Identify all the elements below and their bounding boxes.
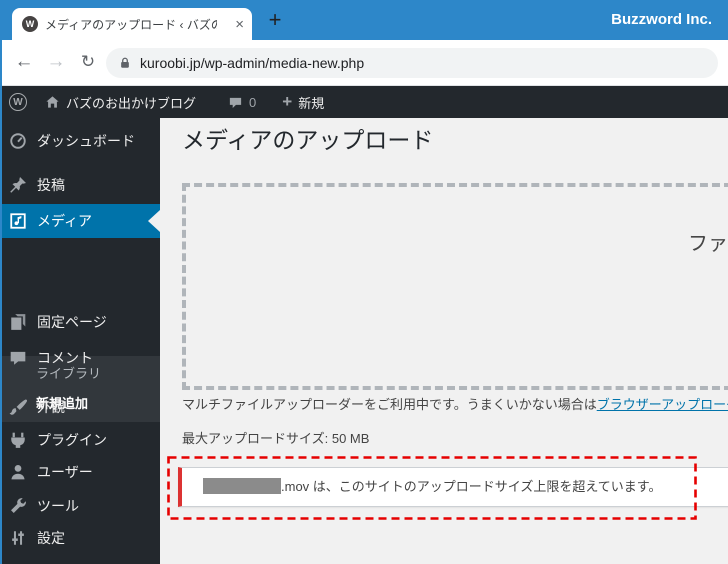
sidebar-item-pages[interactable]: 固定ページ: [0, 305, 160, 339]
comment-icon: [10, 351, 26, 365]
upload-dropzone[interactable]: ファイルをドロップしてアップロード: [182, 183, 728, 390]
wordpress-favicon-icon: W: [22, 16, 38, 32]
lock-icon: [121, 57, 129, 68]
url-text: kuroobi.jp/wp-admin/media-new.php: [140, 55, 365, 71]
new-tab-button[interactable]: +: [262, 8, 288, 34]
sidebar-item-appearance[interactable]: 外観: [0, 390, 160, 424]
sidebar-label: ユーザー: [37, 464, 93, 480]
sidebar-item-settings[interactable]: 設定: [0, 521, 160, 555]
window-frame-edge: [0, 0, 2, 564]
home-icon: [46, 95, 59, 108]
sidebar-item-comments[interactable]: コメント: [0, 341, 160, 375]
sidebar-item-dashboard[interactable]: ダッシュボード: [0, 124, 160, 158]
upload-error-notice: .mov は、このサイトのアップロードサイズ上限を超えています。: [178, 467, 728, 507]
sidebar-item-plugins[interactable]: プラグイン: [0, 423, 160, 457]
admin-bar-new-label: 新規: [298, 95, 325, 111]
main-content: メディアのアップロード ファイルをドロップしてアップロード マルチファイルアップ…: [160, 118, 728, 564]
admin-bar-site-link[interactable]: バズのお出かけブログ: [37, 86, 204, 118]
max-upload-size: 最大アップロードサイズ: 50 MB: [182, 431, 370, 446]
back-button[interactable]: ←: [12, 40, 36, 86]
wp-admin-bar: W バズのお出かけブログ 0 + 新規: [0, 86, 728, 118]
plus-icon: +: [282, 92, 293, 111]
dashboard-icon: [10, 133, 26, 149]
pin-icon: [10, 177, 26, 193]
wordpress-logo-icon[interactable]: W: [9, 93, 27, 111]
tools-wrench-icon: [11, 498, 26, 513]
media-icon: [10, 213, 26, 229]
sidebar-item-tools[interactable]: ツール: [0, 489, 160, 523]
admin-bar-new-link[interactable]: + 新規: [264, 86, 332, 118]
sidebar-label: メディア: [37, 213, 93, 229]
appearance-brush-icon: [9, 399, 27, 415]
browser-toolbar: ← → ↻ kuroobi.jp/wp-admin/media-new.php: [0, 40, 728, 86]
browser-tab-bar: W メディアのアップロード ‹ バズのお出かけ × + Buzzword Inc…: [0, 0, 728, 40]
page-title: メディアのアップロード: [182, 127, 434, 153]
comment-count: 0: [249, 94, 257, 110]
forward-button[interactable]: →: [44, 40, 68, 86]
admin-bar-site-name: バズのお出かけブログ: [66, 95, 197, 111]
reload-button[interactable]: ↻: [76, 40, 100, 86]
plugin-icon: [11, 432, 25, 448]
redacted-filename: [203, 478, 281, 494]
browser-tab[interactable]: W メディアのアップロード ‹ バズのお出かけ ×: [12, 8, 252, 40]
pages-icon: [11, 314, 26, 330]
users-icon: [11, 465, 25, 480]
sidebar-label: ツール: [37, 498, 79, 514]
sidebar-label: コメント: [37, 350, 93, 366]
sidebar-label: 外観: [37, 399, 65, 415]
sidebar-label: プラグイン: [37, 432, 107, 448]
address-bar[interactable]: kuroobi.jp/wp-admin/media-new.php: [106, 48, 718, 78]
sidebar-item-posts[interactable]: 投稿: [0, 168, 160, 202]
sidebar-label: 投稿: [37, 177, 65, 193]
error-message-text: .mov は、このサイトのアップロードサイズ上限を超えています。: [281, 479, 662, 494]
tab-title: メディアのアップロード ‹ バズのお出かけ: [45, 17, 217, 32]
sidebar-item-media[interactable]: メディア: [0, 204, 160, 238]
window-brand-label: Buzzword Inc.: [611, 11, 712, 28]
admin-bar-comments-link[interactable]: 0: [220, 86, 264, 118]
uploader-note-text: マルチファイルアップローダーをご利用中です。うまくいかない場合は: [182, 397, 597, 412]
tab-close-icon[interactable]: ×: [235, 17, 244, 32]
browser-uploader-link[interactable]: ブラウザーアップローダー: [597, 397, 728, 412]
dropzone-label: ファイルをドロップしてアップロード: [688, 233, 728, 255]
sidebar-label: 固定ページ: [37, 314, 107, 330]
sidebar-label: 設定: [37, 530, 65, 546]
wp-admin-sidebar: ダッシュボード 投稿 メディア ライブラリ 新規追加 固定ページ コメント 外観…: [0, 118, 160, 564]
sidebar-item-users[interactable]: ユーザー: [0, 455, 160, 489]
uploader-note: マルチファイルアップローダーをご利用中です。うまくいかない場合はブラウザーアップ…: [182, 396, 728, 413]
comment-bubble-icon: [229, 97, 242, 108]
settings-sliders-icon: [12, 531, 24, 545]
sidebar-label: ダッシュボード: [37, 133, 135, 149]
